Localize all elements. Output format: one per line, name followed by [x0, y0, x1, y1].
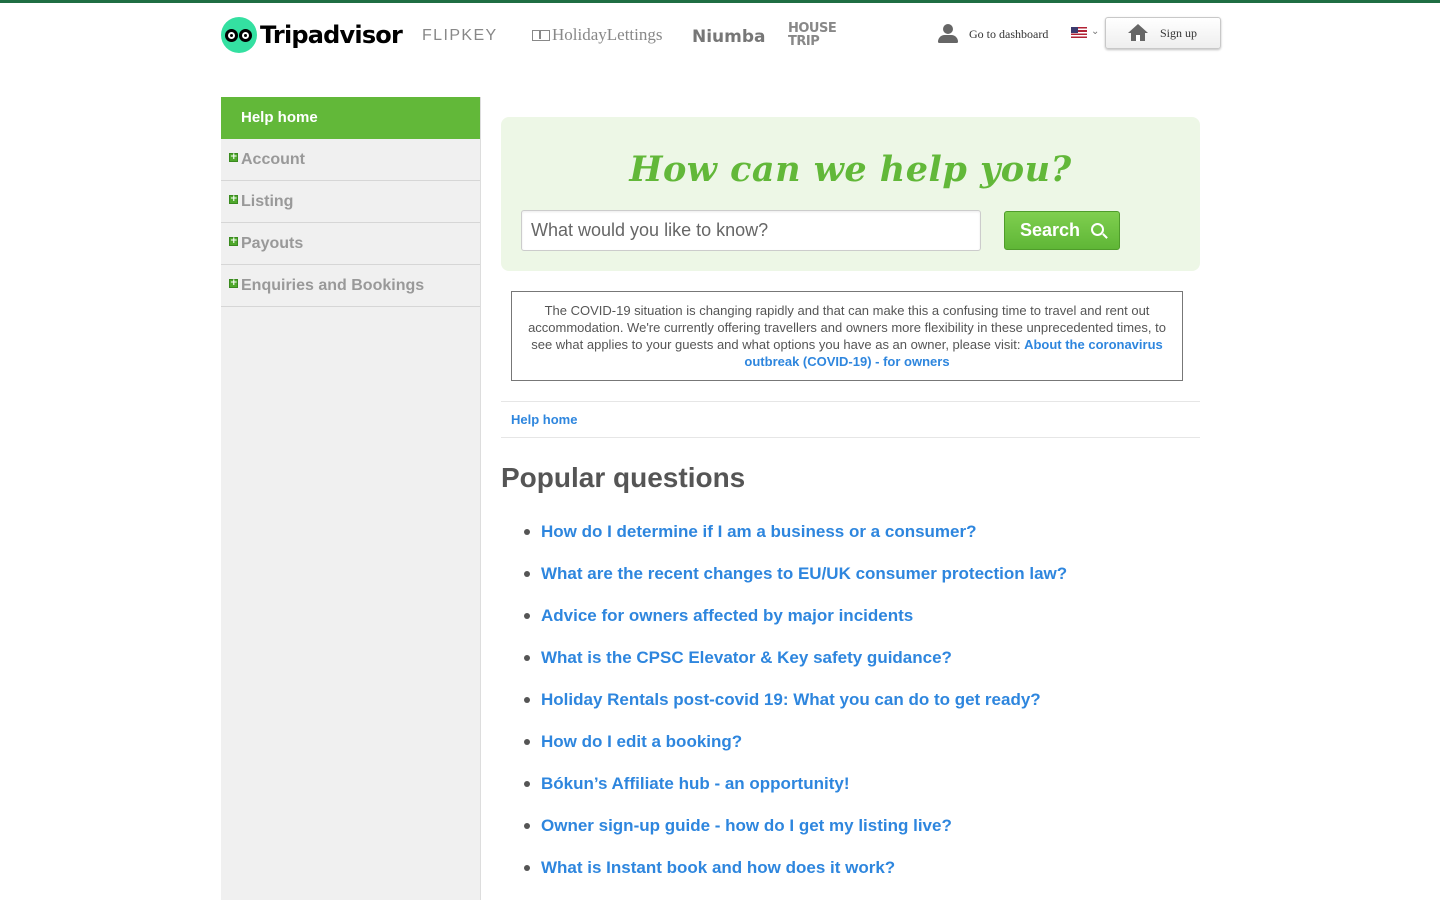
chevron-down-icon[interactable]: ⌄ — [1091, 26, 1099, 37]
house-icon — [1128, 24, 1148, 42]
sidebar-item-payouts[interactable]: + Payouts — [221, 223, 480, 265]
list-item: What is the CPSC Elevator & Key safety g… — [524, 646, 1200, 688]
owl-eyes-icon — [221, 17, 257, 53]
popular-questions-heading: Popular questions — [501, 462, 746, 493]
tripadvisor-logo[interactable]: Tripadvisor — [221, 17, 403, 53]
list-item: How do I edit a booking? — [524, 730, 1200, 772]
list-item: Advice for owners affected by major inci… — [524, 604, 1200, 646]
list-item: Owner sign-up guide - how do I get my li… — [524, 814, 1200, 856]
question-link[interactable]: Bókun’s Affiliate hub - an opportunity! — [541, 774, 850, 793]
list-item: Bókun’s Affiliate hub - an opportunity! — [524, 772, 1200, 814]
holidaylettings-icon — [532, 29, 550, 41]
sidebar-item-label: Enquiries and Bookings — [241, 277, 425, 294]
brand-flipkey[interactable]: FLIPKEY — [422, 27, 498, 45]
sidebar-item-label: Payouts — [241, 235, 304, 252]
question-link[interactable]: How do I edit a booking? — [541, 732, 742, 751]
page-title: How can we help you? — [629, 149, 1072, 190]
help-sidebar: Help home + Account + Listing + Payouts … — [221, 97, 481, 900]
sidebar-item-listing[interactable]: + Listing — [221, 181, 480, 223]
sidebar-item-label: Listing — [241, 193, 294, 210]
question-link[interactable]: How do I determine if I am a business or… — [541, 522, 977, 541]
expand-plus-icon[interactable]: + — [229, 279, 238, 288]
brand-housetrip-line2: TRIP — [788, 34, 820, 49]
list-item: How do I determine if I am a business or… — [524, 520, 1200, 562]
brand-niumba[interactable]: Niumba — [692, 27, 766, 47]
us-flag-icon[interactable] — [1071, 27, 1087, 38]
search-button[interactable]: Search — [1004, 211, 1120, 250]
search-icon — [1090, 222, 1108, 240]
go-to-dashboard-link[interactable]: Go to dashboard — [938, 24, 1048, 44]
expand-plus-icon[interactable]: + — [229, 195, 238, 204]
popular-questions-list: How do I determine if I am a business or… — [524, 520, 1200, 898]
search-button-label: Search — [1020, 220, 1081, 240]
dashboard-label: Go to dashboard — [969, 26, 1049, 41]
list-item: What is Instant book and how does it wor… — [524, 856, 1200, 898]
search-input[interactable] — [521, 210, 981, 251]
covid-notice: The COVID-19 situation is changing rapid… — [511, 291, 1183, 381]
question-link[interactable]: What is Instant book and how does it wor… — [541, 858, 895, 877]
expand-plus-icon[interactable]: + — [229, 153, 238, 162]
sidebar-item-enquiries-and-bookings[interactable]: + Enquiries and Bookings — [221, 265, 480, 307]
question-link[interactable]: Owner sign-up guide - how do I get my li… — [541, 816, 952, 835]
question-link[interactable]: What are the recent changes to EU/UK con… — [541, 564, 1067, 583]
list-item: Holiday Rentals post-covid 19: What you … — [524, 688, 1200, 730]
sidebar-item-account[interactable]: + Account — [221, 139, 480, 181]
expand-plus-icon[interactable]: + — [229, 237, 238, 246]
list-item: What are the recent changes to EU/UK con… — [524, 562, 1200, 604]
logo-text: Tripadvisor — [260, 21, 403, 49]
question-link[interactable]: Holiday Rentals post-covid 19: What you … — [541, 690, 1041, 709]
sidebar-item-label: Account — [241, 151, 305, 168]
question-link[interactable]: Advice for owners affected by major inci… — [541, 606, 913, 625]
question-link[interactable]: What is the CPSC Elevator & Key safety g… — [541, 648, 952, 667]
sign-up-label: Sign up — [1160, 25, 1198, 40]
breadcrumb: Help home — [501, 401, 1200, 438]
site-header: Tripadvisor FLIPKEY HolidayLettings Nium… — [0, 3, 1440, 65]
user-icon — [938, 24, 958, 44]
brand-holidaylettings-label: HolidayLettings — [552, 25, 663, 44]
breadcrumb-help-home[interactable]: Help home — [511, 412, 577, 427]
sidebar-item-help-home[interactable]: Help home — [221, 97, 480, 139]
sign-up-button[interactable]: Sign up — [1105, 17, 1221, 49]
brand-holidaylettings[interactable]: HolidayLettings — [532, 25, 662, 45]
brand-housetrip[interactable]: HOUSE TRIP — [788, 22, 837, 49]
help-search-panel: How can we help you? Search — [501, 117, 1200, 271]
